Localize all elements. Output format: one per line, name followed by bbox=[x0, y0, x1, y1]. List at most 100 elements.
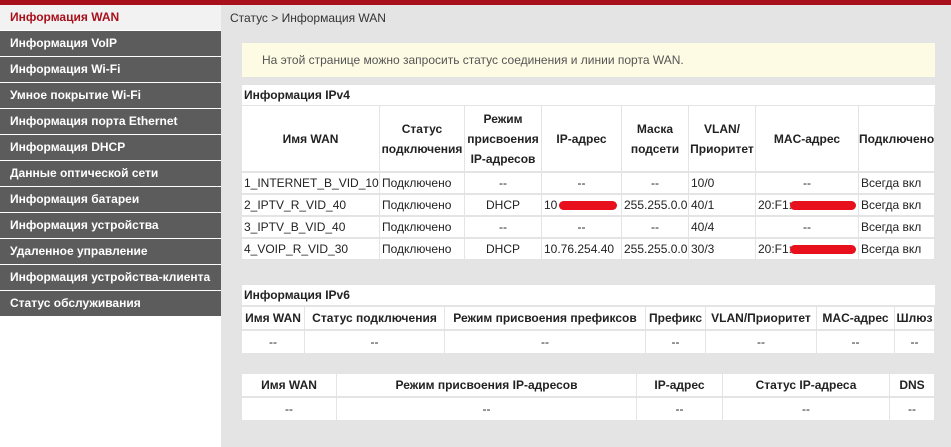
cell-wan-name: 1_INTERNET_B_VID_10 bbox=[242, 173, 380, 195]
cell-mac: 20:F1: bbox=[756, 239, 859, 261]
ipv4-section-title: Информация IPv4 bbox=[242, 85, 935, 105]
cell-wan-name: 4_VOIP_R_VID_30 bbox=[242, 239, 380, 261]
ipv6-header-status: Статус подключения bbox=[305, 307, 445, 331]
cell-mode: -- bbox=[337, 398, 637, 422]
ipv6-header-row: Имя WAN Статус подключения Режим присвое… bbox=[242, 307, 935, 331]
cell-vlan: 10/0 bbox=[689, 173, 756, 195]
cell-ip: -- bbox=[542, 217, 622, 239]
cell-status: -- bbox=[305, 331, 445, 355]
cell-vlan: -- bbox=[706, 331, 817, 355]
ipv4-header-status: Статус подключения bbox=[380, 106, 465, 173]
cell-ip: -- bbox=[542, 173, 622, 195]
ipv4-header-ip: IP-адрес bbox=[542, 106, 622, 173]
ipv4-header-vlan: VLAN/ Приоритет bbox=[689, 106, 756, 173]
sidebar-item-service-status[interactable]: Статус обслуживания bbox=[0, 291, 221, 316]
cell-mode: DHCP bbox=[465, 239, 542, 261]
ipv6b-header-dns: DNS bbox=[890, 374, 935, 398]
ipv6-section-title: Информация IPv6 bbox=[242, 285, 935, 305]
cell-connected: Всегда вкл bbox=[859, 173, 935, 195]
ipv6b-header-ip: IP-адрес bbox=[637, 374, 723, 398]
ipv6b-header-ip-status: Статус IP-адреса bbox=[723, 374, 890, 398]
sidebar-item-smart-wifi[interactable]: Умное покрытие Wi-Fi bbox=[0, 83, 221, 108]
cell-vlan: 40/4 bbox=[689, 217, 756, 239]
cell-ip-status: -- bbox=[723, 398, 890, 422]
ipv6-header-prefix: Префикс bbox=[646, 307, 706, 331]
cell-mask: -- bbox=[622, 217, 689, 239]
cell-mac: -- bbox=[817, 331, 895, 355]
cell-status: Подключено bbox=[380, 195, 465, 217]
sidebar-item-wan-info[interactable]: Информация WAN bbox=[0, 5, 221, 30]
cell-prefix-mode: -- bbox=[445, 331, 646, 355]
cell-status: Подключено bbox=[380, 217, 465, 239]
main-content: Статус > Информация WAN На этой странице… bbox=[221, 5, 951, 447]
mac-prefix: 20:F1: bbox=[758, 198, 793, 212]
cell-connected: Всегда вкл bbox=[859, 195, 935, 217]
cell-wan-name: 3_IPTV_B_VID_40 bbox=[242, 217, 380, 239]
sidebar-item-ethernet-port[interactable]: Информация порта Ethernet bbox=[0, 109, 221, 134]
cell-mac: -- bbox=[756, 217, 859, 239]
cell-vlan: 40/1 bbox=[689, 195, 756, 217]
cell-mask: 255.255.0.0 bbox=[622, 195, 689, 217]
cell-mask: 255.255.0.0 bbox=[622, 239, 689, 261]
sidebar-item-voip-info[interactable]: Информация VoIP bbox=[0, 31, 221, 56]
redaction-mark bbox=[790, 201, 857, 211]
sidebar-item-remote-management[interactable]: Удаленное управление bbox=[0, 239, 221, 264]
ipv4-table: Имя WAN Статус подключения Режим присвое… bbox=[242, 106, 935, 261]
cell-wan-name: 2_IPTV_R_VID_40 bbox=[242, 195, 380, 217]
table-row: 4_VOIP_R_VID_30 Подключено DHCP 10.76.25… bbox=[242, 239, 935, 261]
cell-mask: -- bbox=[622, 173, 689, 195]
sidebar-item-device-info[interactable]: Информация устройства bbox=[0, 213, 221, 238]
cell-status: Подключено bbox=[380, 173, 465, 195]
sidebar-item-battery-info[interactable]: Информация батареи bbox=[0, 187, 221, 212]
ipv4-header-mask: Маска подсети bbox=[622, 106, 689, 173]
cell-dns: -- bbox=[890, 398, 935, 422]
ipv6-header-gateway: Шлюз bbox=[895, 307, 935, 331]
ipv6-header-wan-name: Имя WAN bbox=[242, 307, 305, 331]
cell-mode: -- bbox=[465, 217, 542, 239]
sidebar-item-optical-network[interactable]: Данные оптической сети bbox=[0, 161, 221, 186]
table-row: -- -- -- -- -- -- -- bbox=[242, 331, 935, 355]
ip-prefix: 10 bbox=[544, 198, 558, 212]
sidebar-item-wifi-info[interactable]: Информация Wi-Fi bbox=[0, 57, 221, 82]
cell-wan-name: -- bbox=[242, 398, 337, 422]
cell-connected: Всегда вкл bbox=[859, 239, 935, 261]
cell-prefix: -- bbox=[646, 331, 706, 355]
table-row: 3_IPTV_B_VID_40 Подключено -- -- -- 40/4… bbox=[242, 217, 935, 239]
cell-ip: -- bbox=[637, 398, 723, 422]
redaction-mark bbox=[559, 201, 618, 211]
cell-wan-name: -- bbox=[242, 331, 305, 355]
cell-ip: 10.76.254.40 bbox=[542, 239, 622, 261]
cell-mac: 20:F1: bbox=[756, 195, 859, 217]
ipv4-header-row: Имя WAN Статус подключения Режим присвое… bbox=[242, 106, 935, 173]
breadcrumb: Статус > Информация WAN bbox=[221, 5, 951, 31]
ipv6b-header-mode: Режим присвоения IP-адресов bbox=[337, 374, 637, 398]
ipv4-header-connected: Подключено bbox=[859, 106, 935, 173]
cell-mode: -- bbox=[465, 173, 542, 195]
cell-vlan: 30/3 bbox=[689, 239, 756, 261]
table-row: -- -- -- -- -- bbox=[242, 398, 935, 422]
table-row: 1_INTERNET_B_VID_10 Подключено -- -- -- … bbox=[242, 173, 935, 195]
cell-status: Подключено bbox=[380, 239, 465, 261]
ipv6-header-prefix-mode: Режим присвоения префиксов bbox=[445, 307, 646, 331]
ipv6b-header-row: Имя WAN Режим присвоения IP-адресов IP-а… bbox=[242, 374, 935, 398]
cell-mode: DHCP bbox=[465, 195, 542, 217]
ipv6-header-vlan: VLAN/Приоритет bbox=[706, 307, 817, 331]
info-notice: На этой странице можно запросить статус … bbox=[242, 43, 935, 77]
ipv4-header-mac: MAC-адрес bbox=[756, 106, 859, 173]
ipv4-header-wan-name: Имя WAN bbox=[242, 106, 380, 173]
cell-gateway: -- bbox=[895, 331, 935, 355]
ipv4-header-mode: Режим присвоения IP-адресов bbox=[465, 106, 542, 173]
cell-mac: -- bbox=[756, 173, 859, 195]
ipv6-table: Имя WAN Статус подключения Режим присвое… bbox=[242, 307, 935, 355]
table-row: 2_IPTV_R_VID_40 Подключено DHCP 10 255.2… bbox=[242, 195, 935, 217]
cell-ip: 10 bbox=[542, 195, 622, 217]
ipv6-address-table: Имя WAN Режим присвоения IP-адресов IP-а… bbox=[242, 374, 935, 422]
mac-prefix: 20:F1: bbox=[758, 242, 793, 256]
sidebar-item-client-device[interactable]: Информация устройства-клиента bbox=[0, 265, 221, 290]
sidebar-item-dhcp-info[interactable]: Информация DHCP bbox=[0, 135, 221, 160]
sidebar: Информация WAN Информация VoIP Информаци… bbox=[0, 5, 221, 447]
ipv6-header-mac: MAC-адрес bbox=[817, 307, 895, 331]
redaction-mark bbox=[790, 245, 857, 255]
ipv6b-header-wan-name: Имя WAN bbox=[242, 374, 337, 398]
cell-connected: Всегда вкл bbox=[859, 217, 935, 239]
